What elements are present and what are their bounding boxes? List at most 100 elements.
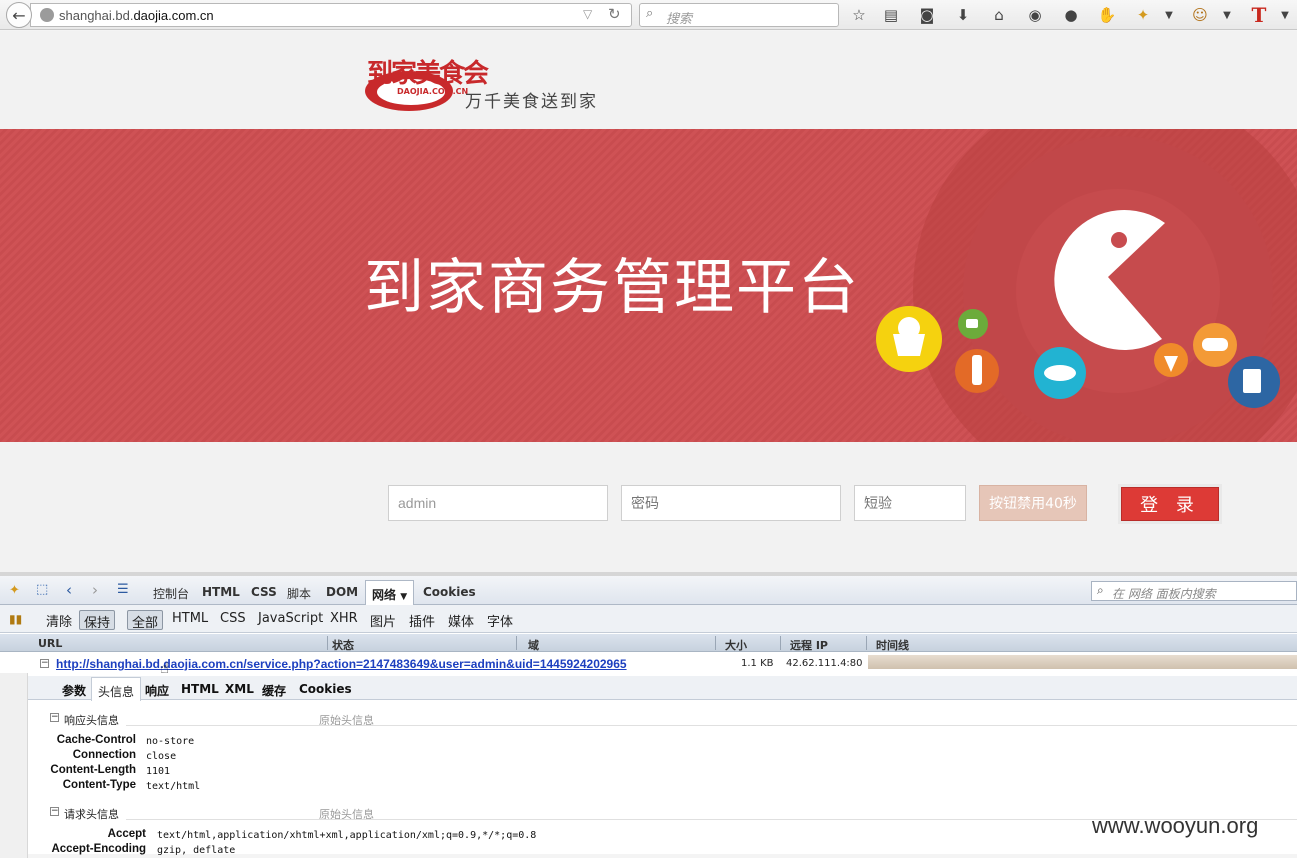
col-url[interactable]: URL — [38, 637, 62, 650]
dropdown-arrow-icon[interactable]: ▽ — [583, 7, 592, 21]
text-t-icon[interactable]: T — [1249, 3, 1269, 27]
tab-script[interactable]: 脚本 — [287, 585, 311, 602]
chevron-down-icon[interactable]: ▼ — [1159, 5, 1179, 25]
subtab-cache[interactable]: 缓存 — [262, 682, 286, 699]
back-button[interactable]: ← — [6, 2, 32, 28]
tab-console[interactable]: 控制台 — [153, 585, 189, 602]
request-detail-tabs: 参数 头信息 响应 HTML XML 缓存 Cookies — [28, 676, 1297, 701]
hero-banner: 到家商务管理平台 — [0, 129, 1297, 442]
username-input[interactable] — [388, 485, 608, 521]
url-bar[interactable]: shanghai.bd.daojia.com.cn ▽ ↻ — [30, 3, 632, 27]
chevron-down-icon[interactable]: ▼ — [1275, 5, 1295, 25]
filter-css-button[interactable]: CSS — [216, 610, 250, 630]
filter-html-button[interactable]: HTML — [168, 610, 212, 630]
site-logo[interactable]: 到家美食会 DAOJIA.COM.CN 万千美食送到家 — [365, 49, 605, 112]
request-remote-ip: 42.62.111.4:80 — [786, 658, 863, 669]
subtab-cookies[interactable]: Cookies — [299, 682, 352, 696]
col-remote-ip[interactable]: 远程 IP — [790, 637, 828, 653]
filter-images-button[interactable]: 图片 — [366, 610, 400, 630]
col-size[interactable]: 大小 — [725, 637, 747, 653]
col-timeline[interactable]: 时间线 — [876, 637, 909, 653]
logo-text: 到家美食会 — [367, 59, 489, 89]
url-text: shanghai.bd.daojia.com.cn — [59, 8, 214, 23]
col-status[interactable]: 状态 — [332, 637, 354, 653]
home-icon[interactable]: ⌂ — [989, 5, 1009, 25]
tab-network[interactable]: 网络 ▼ — [365, 580, 415, 606]
firebug-icon[interactable]: ✦ — [1133, 5, 1153, 25]
col-divider[interactable] — [866, 636, 867, 650]
table-row[interactable]: − http://shanghai.bd.daojia.com.cn/servi… — [0, 653, 1297, 677]
browser-toolbar: shanghai.bd.daojia.com.cn ▽ ↻ ← ⌕ 搜索 ☆ ▤… — [0, 0, 1297, 30]
search-icon: ⌕ — [646, 6, 654, 21]
persist-button[interactable]: 保持 — [79, 610, 116, 631]
download-icon[interactable]: ⬇ — [953, 5, 973, 25]
col-divider[interactable] — [327, 636, 328, 650]
header-name: Cache-Control — [56, 734, 136, 746]
header-name: Content-Type — [62, 779, 136, 791]
firebug-panel: ✦ ⬚ ‹ › ☰ 控制台 HTML CSS 脚本 DOM 网络 ▼ Cooki… — [0, 572, 1297, 858]
send-sms-button[interactable]: 按钮禁用40秒 — [979, 485, 1087, 521]
slogan: 万千美食送到家 — [465, 92, 598, 112]
watermark: www.wooyun.org — [1092, 813, 1259, 838]
tab-css[interactable]: CSS — [251, 585, 277, 599]
collapse-icon[interactable]: − — [50, 713, 59, 722]
search-placeholder: 搜索 — [666, 12, 693, 27]
filter-plugins-button[interactable]: 插件 — [405, 610, 439, 630]
filter-all-button[interactable]: 全部 — [127, 610, 164, 631]
tab-html[interactable]: HTML — [202, 585, 240, 599]
chat-icon[interactable]: ◉ — [1025, 5, 1045, 25]
sms-code-input[interactable] — [854, 485, 966, 521]
filter-fonts-button[interactable]: 字体 — [483, 610, 517, 630]
xhr-pause-icon[interactable]: ▮▮ — [9, 612, 22, 626]
filter-media-button[interactable]: 媒体 — [444, 610, 478, 630]
speech-bubble-icon[interactable]: ● — [1061, 5, 1081, 25]
firebug-search-input[interactable]: ⌕ 在 网络 面板内搜索 — [1091, 581, 1297, 601]
page-content: 到家美食会 DAOJIA.COM.CN 万千美食送到家 到家商务管理平台 adm… — [0, 31, 1297, 572]
subtab-response[interactable]: 响应 — [145, 682, 169, 699]
request-url[interactable]: http://shanghai.bd.daojia.com.cn/service… — [56, 657, 627, 671]
subtab-xml[interactable]: XML — [225, 682, 254, 696]
command-line-icon[interactable]: ☰ — [117, 582, 129, 597]
banner-illustration — [876, 129, 1297, 442]
header-value: 1101 — [146, 766, 171, 777]
filter-xhr-button[interactable]: XHR — [326, 610, 362, 630]
col-divider[interactable] — [715, 636, 716, 650]
request-headers-title: 请求头信息 — [64, 808, 119, 821]
col-domain[interactable]: 域 — [528, 637, 539, 653]
subtab-html[interactable]: HTML — [181, 682, 219, 696]
header-value: gzip, deflate — [157, 845, 236, 856]
subtab-params[interactable]: 参数 — [62, 682, 86, 699]
inspect-icon[interactable]: ⬚ — [36, 582, 48, 597]
pocket-icon[interactable]: ◙ — [917, 5, 937, 25]
monkey-icon[interactable]: ☺ — [1190, 5, 1210, 25]
hand-icon[interactable]: ✋ — [1097, 5, 1117, 25]
firebug-icon[interactable]: ✦ — [9, 583, 20, 598]
firebug-tabbar: ✦ ⬚ ‹ › ☰ 控制台 HTML CSS 脚本 DOM 网络 ▼ Cooki… — [0, 576, 1297, 606]
login-button[interactable]: 登 录 — [1118, 484, 1222, 524]
password-input[interactable] — [621, 485, 841, 521]
header-value: close — [146, 751, 177, 762]
tab-dom[interactable]: DOM — [326, 585, 358, 599]
header-value: no-store — [146, 736, 195, 747]
tab-cookies[interactable]: Cookies — [423, 585, 476, 599]
logo-subtext: DAOJIA.COM.CN — [397, 87, 469, 96]
request-table-header: URL 状态 域 大小 远程 IP 时间线 — [0, 634, 1297, 652]
header-value: text/html,application/xhtml+xml,applicat… — [157, 830, 537, 841]
collapse-icon[interactable]: − — [50, 807, 59, 816]
filter-js-button[interactable]: JavaScript — [254, 610, 327, 630]
response-headers-title: 响应头信息 — [64, 714, 119, 727]
search-bar[interactable]: ⌕ 搜索 — [639, 3, 839, 27]
header-value: text/html — [146, 781, 201, 792]
section-divider — [126, 725, 1297, 726]
reader-list-icon[interactable]: ▤ — [881, 5, 901, 25]
clear-button[interactable]: 清除 — [42, 610, 76, 630]
back-arrow-icon[interactable]: ‹ — [66, 581, 72, 599]
bookmark-star-icon[interactable]: ☆ — [849, 5, 869, 25]
collapse-icon[interactable]: − — [40, 659, 49, 668]
chevron-down-icon[interactable]: ▼ — [1217, 5, 1237, 25]
col-divider[interactable] — [780, 636, 781, 650]
forward-arrow-icon[interactable]: › — [92, 581, 98, 599]
subtab-headers[interactable]: 头信息 — [91, 677, 142, 701]
col-divider[interactable] — [516, 636, 517, 650]
reload-icon[interactable]: ↻ — [608, 5, 621, 23]
